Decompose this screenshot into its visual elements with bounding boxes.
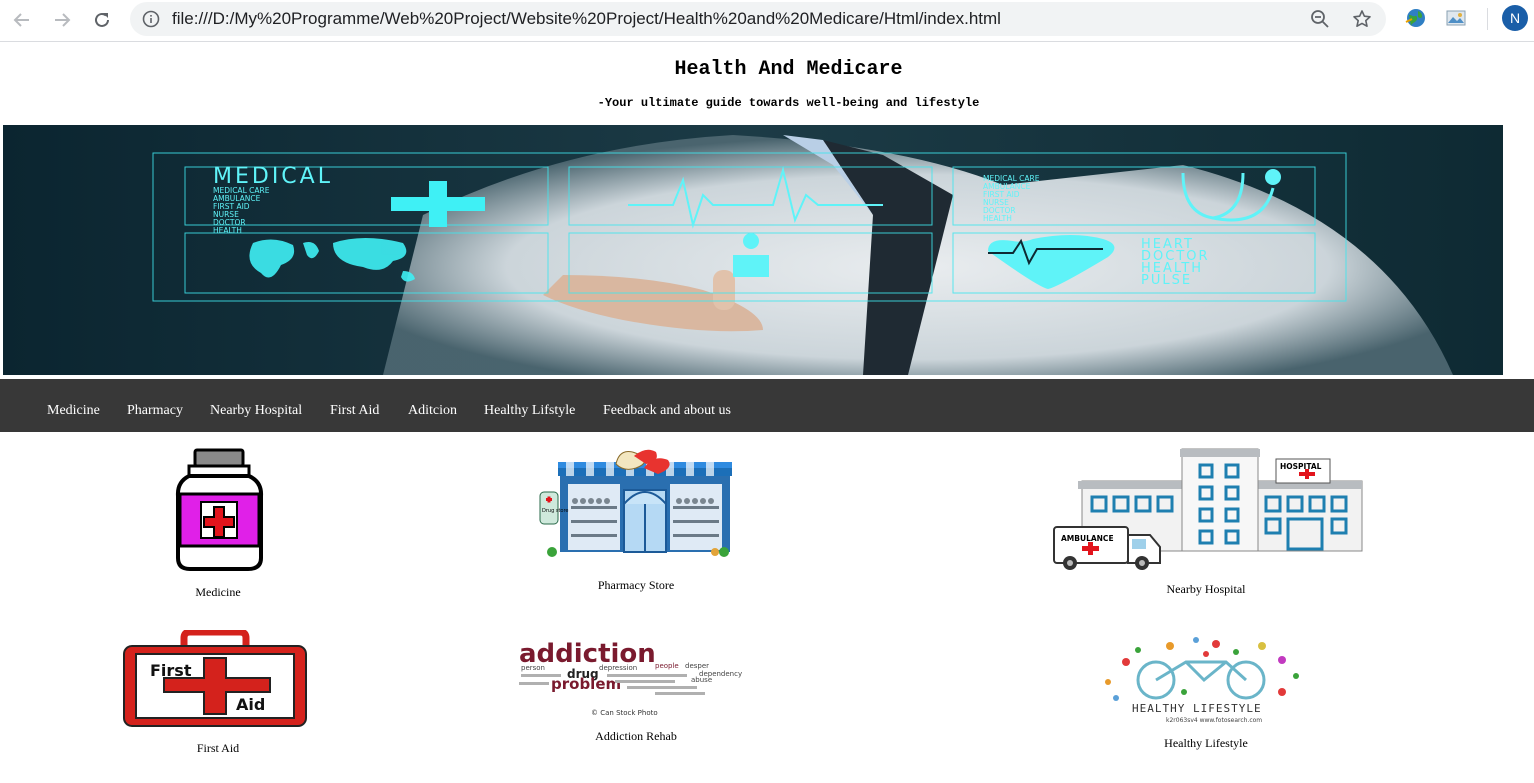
svg-text:people: people xyxy=(655,662,679,670)
svg-text:Aid: Aid xyxy=(236,695,265,714)
extension-image-icon[interactable] xyxy=(1444,6,1468,35)
banner-illustration: MEDICAL MEDICAL CARE AMBULANCE FIRST AID… xyxy=(3,125,1503,375)
info-icon[interactable] xyxy=(142,10,160,33)
svg-text:k2r063sv4 www.fotosearch.com: k2r063sv4 www.fotosearch.com xyxy=(1166,717,1262,724)
addiction-wordcloud-image[interactable]: addiction person depression people despe… xyxy=(515,639,755,720)
svg-text:desper: desper xyxy=(685,662,709,670)
svg-text:depression: depression xyxy=(599,664,637,672)
page-subtitle: -Your ultimate guide towards well-being … xyxy=(597,96,980,110)
svg-text:AMBULANCE: AMBULANCE xyxy=(1061,534,1114,543)
back-icon[interactable] xyxy=(8,6,36,34)
caption-medicine[interactable]: Medicine xyxy=(168,585,268,600)
url-text[interactable]: file:///D:/My%20Programme/Web%20Project/… xyxy=(172,9,1001,29)
nav-item-healthy-lifestyle[interactable]: Healthy Lifstyle xyxy=(484,403,575,419)
caption-first-aid[interactable]: First Aid xyxy=(168,741,268,756)
svg-text:dependency: dependency xyxy=(699,670,742,678)
nav-item-pharmacy[interactable]: Pharmacy xyxy=(127,403,183,419)
nav-item-feedback[interactable]: Feedback and about us xyxy=(603,403,731,419)
extension-globe-icon[interactable] xyxy=(1404,6,1428,35)
svg-text:HEALTHY LIFESTYLE: HEALTHY LIFESTYLE xyxy=(1132,702,1262,715)
page-title: Health And Medicare xyxy=(674,58,903,81)
svg-text:PULSE: PULSE xyxy=(1141,273,1192,288)
profile-avatar[interactable]: N xyxy=(1502,5,1528,31)
svg-text:person: person xyxy=(521,664,545,672)
medicine-bottle-image[interactable] xyxy=(175,448,265,572)
svg-text:© Can Stock Photo: © Can Stock Photo xyxy=(591,709,658,717)
svg-text:problem: problem xyxy=(551,675,621,693)
svg-text:First: First xyxy=(150,661,192,680)
caption-pharmacy[interactable]: Pharmacy Store xyxy=(576,578,696,593)
star-icon[interactable] xyxy=(1352,9,1372,34)
address-bar[interactable]: file:///D:/My%20Programme/Web%20Project/… xyxy=(130,2,1386,36)
caption-hospital[interactable]: Nearby Hospital xyxy=(1146,582,1266,597)
nav-item-addiction[interactable]: Aditcion xyxy=(408,403,457,419)
toolbar-divider xyxy=(1487,8,1488,30)
caption-addiction[interactable]: Addiction Rehab xyxy=(576,729,696,744)
main-nav: Medicine Pharmacy Nearby Hospital First … xyxy=(0,379,1534,432)
pharmacy-store-image[interactable]: Drug store xyxy=(538,444,738,558)
reload-icon[interactable] xyxy=(88,6,116,34)
nav-item-first-aid[interactable]: First Aid xyxy=(330,403,379,419)
svg-text:HEALTH: HEALTH xyxy=(213,226,242,235)
healthy-lifestyle-image[interactable]: HEALTHY LIFESTYLE k2r063sv4 www.fotosear… xyxy=(1086,632,1326,726)
nav-item-medicine[interactable]: Medicine xyxy=(47,403,100,419)
browser-toolbar: file:///D:/My%20Programme/Web%20Project/… xyxy=(0,0,1534,42)
first-aid-kit-image[interactable]: First Aid xyxy=(120,628,310,730)
svg-text:HEALTH: HEALTH xyxy=(983,214,1012,223)
svg-text:HOSPITAL: HOSPITAL xyxy=(1280,462,1322,471)
hospital-image[interactable]: HOSPITAL AMBULANCE xyxy=(1052,447,1364,571)
forward-icon[interactable] xyxy=(48,6,76,34)
hero-banner: MEDICAL MEDICAL CARE AMBULANCE FIRST AID… xyxy=(3,125,1503,375)
svg-text:Drug store: Drug store xyxy=(542,508,568,514)
zoom-icon[interactable] xyxy=(1310,9,1330,34)
caption-healthy-lifestyle[interactable]: Healthy Lifestyle xyxy=(1146,736,1266,751)
nav-item-nearby-hospital[interactable]: Nearby Hospital xyxy=(210,403,302,419)
